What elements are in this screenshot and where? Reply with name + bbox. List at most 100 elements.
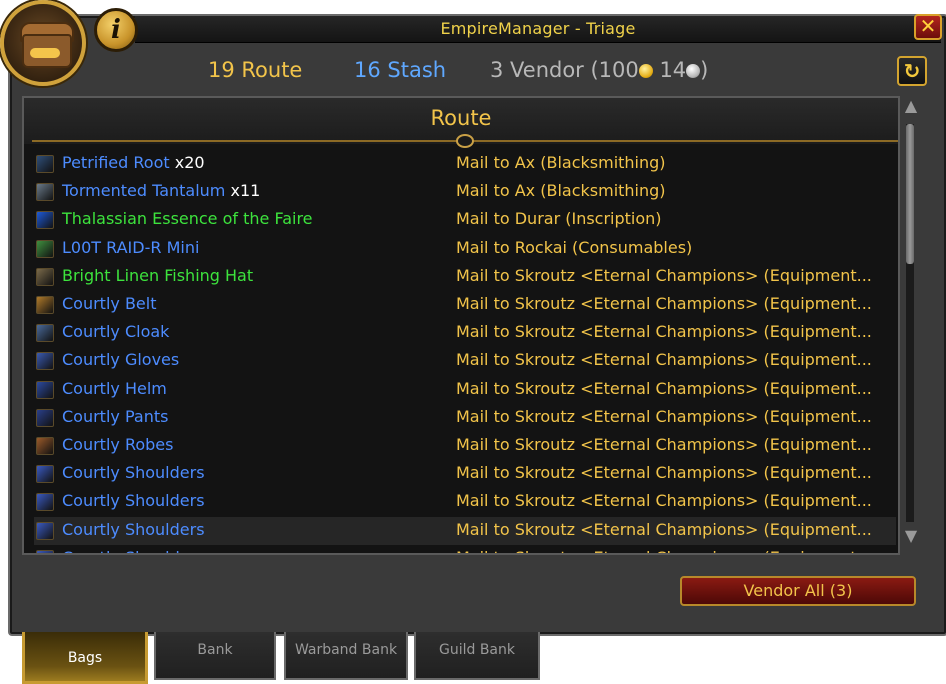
list-item[interactable]: Courtly Robes Mail to Skroutz <Eternal Ch… (34, 432, 896, 460)
scroll-up-icon[interactable]: ▲ (902, 98, 920, 114)
item-name[interactable]: Courtly Cloak (62, 322, 169, 341)
header-ornament-icon (456, 134, 474, 148)
item-name-text: Courtly Gloves (62, 350, 180, 370)
list-item[interactable]: Petrified Root x20 Mail to Ax (Blacksmith… (34, 150, 896, 178)
item-name[interactable]: L00T RAID-R Mini (62, 238, 199, 257)
item-icon (36, 352, 54, 371)
route-list-panel: Route Petrified Root x20 Mail to Ax (Blac… (22, 96, 900, 555)
item-quantity: x11 (225, 181, 261, 201)
item-quantity: x20 (169, 153, 205, 172)
list-item[interactable]: Courtly Belt Mail to Skroutz <Eternal Cha… (34, 291, 896, 319)
route-destination: Mail to Skroutz <Eternal Champions> (Equ… (456, 294, 872, 313)
item-name-text: Courtly Shoulders (62, 548, 205, 553)
panel-header: Route (24, 98, 898, 148)
item-name-text: Courtly Helm (62, 378, 167, 398)
item-icon (36, 183, 54, 202)
item-name-text: Bright Linen Fishing Hat (62, 265, 254, 285)
list-item[interactable]: Courtly Cloak Mail to Skroutz <Eternal Ch… (34, 319, 896, 347)
item-name[interactable]: Courtly Shoulders (62, 520, 205, 539)
item-name[interactable]: Petrified Root x20 (62, 153, 205, 172)
route-destination: Mail to Durar (Inscription) (456, 209, 662, 229)
list-item[interactable]: Courtly Pants Mail to Skroutz <Eternal Ch… (34, 404, 896, 432)
list-item[interactable]: Courtly Shoulders Mail to Skroutz <Eterna… (34, 545, 896, 553)
item-icon (36, 155, 54, 173)
list-item[interactable]: Courtly Shoulders Mail to Skroutz <Eterna… (34, 460, 896, 488)
info-icon[interactable]: i (94, 8, 138, 52)
item-icon (36, 437, 54, 455)
item-name[interactable]: Courtly Helm (62, 379, 167, 398)
vendor-summary: 3 Vendor (100 14) (490, 58, 708, 82)
item-icon (36, 324, 54, 343)
tab-bags[interactable]: Bags (22, 632, 148, 684)
route-destination: Mail to Skroutz <Eternal Champions> (Equ… (456, 406, 872, 426)
list-item[interactable]: Bright Linen Fishing Hat Mail to Skroutz … (34, 263, 896, 291)
item-icon (36, 211, 54, 230)
scrollbar-thumb[interactable] (906, 124, 914, 264)
item-name[interactable]: Courtly Shoulders (62, 548, 205, 553)
item-name[interactable]: Courtly Robes (62, 435, 173, 454)
item-name-text: Thalassian Essence of the Faire (62, 209, 313, 229)
item-name[interactable]: Courtly Shoulders (62, 491, 205, 510)
route-destination: Mail to Ax (Blacksmithing) (456, 181, 666, 201)
tab-bank[interactable]: Bank (154, 632, 276, 680)
route-destination: Mail to Skroutz <Eternal Champions> (Equ… (456, 265, 872, 285)
item-name[interactable]: Tormented Tantalum x11 (62, 181, 260, 200)
route-destination: Mail to Skroutz <Eternal Champions> (Equ… (456, 463, 872, 483)
list-item[interactable]: Tormented Tantalum x11 Mail to Ax (Blacks… (34, 178, 896, 206)
item-icon (36, 521, 54, 540)
vendor-all-button[interactable]: Vendor All (3) (680, 576, 916, 606)
window-title: EmpireManager - Triage (440, 19, 636, 38)
item-name-text: Courtly Pants (62, 406, 169, 426)
chest-gold (30, 48, 60, 58)
item-name-text: L00T RAID-R Mini (62, 237, 200, 257)
treasure-chest-portrait-icon (0, 0, 86, 86)
item-icon (36, 380, 54, 399)
route-destination: Mail to Skroutz <Eternal Champions> (Equ… (456, 378, 872, 398)
tab-guild-bank[interactable]: Guild Bank (414, 632, 540, 680)
route-destination: Mail to Skroutz <Eternal Champions> (Equ… (456, 519, 872, 539)
route-destination: Mail to Skroutz <Eternal Champions> (Equ… (456, 322, 872, 342)
item-name-text: Courtly Cloak (62, 322, 170, 342)
route-destination: Mail to Skroutz <Eternal Champions> (Equ… (456, 548, 886, 553)
route-destination: Mail to Rockai (Consumables) (456, 237, 693, 257)
list-item[interactable]: Courtly Gloves Mail to Skroutz <Eternal C… (34, 347, 896, 375)
scroll-down-icon[interactable]: ▼ (902, 528, 920, 544)
item-name[interactable]: Courtly Gloves (62, 350, 179, 369)
list-item[interactable]: L00T RAID-R Mini Mail to Rockai (Consumab… (34, 235, 896, 263)
item-name[interactable]: Courtly Shoulders (62, 463, 205, 482)
route-destination: Mail to Skroutz <Eternal Champions> (Equ… (456, 350, 872, 370)
item-name-text: Tormented Tantalum (62, 181, 226, 201)
close-button[interactable]: ✕ (914, 14, 942, 40)
item-name-text: Petrified Root (62, 153, 170, 172)
stash-count: 16 Stash (354, 58, 447, 82)
route-destination: Mail to Skroutz <Eternal Champions> (Equ… (456, 491, 872, 511)
item-name[interactable]: Bright Linen Fishing Hat (62, 266, 253, 285)
item-icon (36, 267, 54, 286)
route-destination: Mail to Skroutz <Eternal Champions> (Equ… (456, 435, 872, 454)
item-icon (36, 408, 54, 427)
vendor-silver: 14 (652, 58, 687, 82)
silver-coin-icon (686, 64, 701, 78)
item-name[interactable]: Courtly Belt (62, 294, 157, 313)
item-name-text: Courtly Belt (62, 294, 157, 313)
item-name[interactable]: Courtly Pants (62, 407, 168, 426)
panel-title: Route (430, 106, 492, 130)
item-name-text: Courtly Shoulders (62, 463, 205, 483)
list-item[interactable]: Courtly Shoulders Mail to Skroutz <Eterna… (34, 488, 896, 516)
title-bar[interactable]: EmpireManager - Triage (135, 16, 941, 43)
item-icon (36, 549, 54, 553)
tab-warband-bank[interactable]: Warband Bank (284, 632, 408, 680)
list-item[interactable]: Courtly Helm Mail to Skroutz <Eternal Cha… (34, 376, 896, 404)
item-name-text: Courtly Shoulders (62, 491, 205, 511)
gold-coin-icon (638, 64, 653, 78)
item-name-text: Courtly Shoulders (62, 519, 205, 539)
route-count: 19 Route (208, 58, 303, 82)
refresh-icon[interactable]: ↻ (897, 56, 927, 86)
item-icon (36, 296, 54, 314)
list-item[interactable]: Thalassian Essence of the Faire Mail to D… (34, 206, 896, 234)
route-destination: Mail to Ax (Blacksmithing) (456, 153, 666, 172)
item-name[interactable]: Thalassian Essence of the Faire (62, 209, 313, 228)
list-item[interactable]: Courtly Shoulders Mail to Skroutz <Eterna… (34, 516, 896, 545)
item-icon (36, 493, 54, 512)
item-icon (36, 465, 54, 484)
